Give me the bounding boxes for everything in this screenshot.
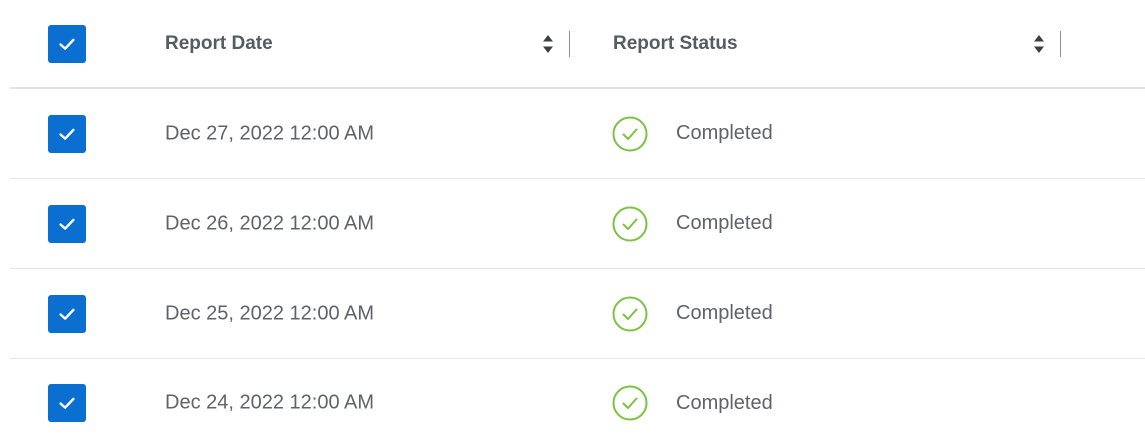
column-header-report-status[interactable]: Report Status — [613, 33, 738, 55]
report-status-cell: Completed — [611, 384, 773, 422]
report-date-cell: Dec 24, 2022 12:00 AM — [165, 391, 375, 414]
check-icon — [59, 218, 75, 230]
sort-icon — [543, 34, 553, 53]
table-row[interactable]: Dec 24, 2022 12:00 AM Completed — [10, 359, 1145, 447]
reports-table: Report Date Report Status Dec 27, 2022 1… — [0, 0, 1145, 447]
status-label: Completed — [676, 391, 773, 414]
table-row[interactable]: Dec 27, 2022 12:00 AM Completed — [10, 89, 1145, 179]
status-label: Completed — [676, 122, 773, 144]
sort-report-status-control[interactable] — [1032, 30, 1061, 57]
column-resize-handle[interactable] — [1060, 30, 1061, 57]
table-header-row: Report Date Report Status — [10, 0, 1145, 89]
sort-icon — [1034, 34, 1044, 53]
check-icon — [59, 397, 75, 409]
table-row[interactable]: Dec 26, 2022 12:00 AM Completed — [10, 179, 1145, 269]
report-date-cell: Dec 26, 2022 12:00 AM — [165, 212, 375, 234]
report-status-cell: Completed — [611, 295, 773, 333]
check-icon — [59, 128, 75, 140]
check-circle-icon — [611, 295, 649, 333]
report-date-cell: Dec 27, 2022 12:00 AM — [165, 122, 375, 144]
status-label: Completed — [676, 212, 773, 234]
row-checkbox[interactable] — [48, 294, 86, 333]
report-date-cell: Dec 25, 2022 12:00 AM — [165, 302, 375, 324]
column-header-report-date[interactable]: Report Date — [165, 33, 273, 55]
check-icon — [59, 38, 75, 50]
select-all-checkbox[interactable] — [48, 24, 86, 63]
column-resize-handle[interactable] — [569, 30, 570, 57]
status-label: Completed — [676, 302, 773, 324]
sort-report-date-control[interactable] — [541, 30, 570, 57]
report-status-cell: Completed — [611, 205, 773, 243]
check-icon — [59, 308, 75, 320]
row-checkbox[interactable] — [48, 204, 86, 243]
check-circle-icon — [611, 115, 649, 153]
row-checkbox[interactable] — [48, 114, 86, 153]
table-row[interactable]: Dec 25, 2022 12:00 AM Completed — [10, 269, 1145, 359]
report-status-cell: Completed — [611, 115, 773, 153]
row-checkbox[interactable] — [48, 384, 86, 422]
check-circle-icon — [611, 384, 649, 422]
check-circle-icon — [611, 205, 649, 243]
